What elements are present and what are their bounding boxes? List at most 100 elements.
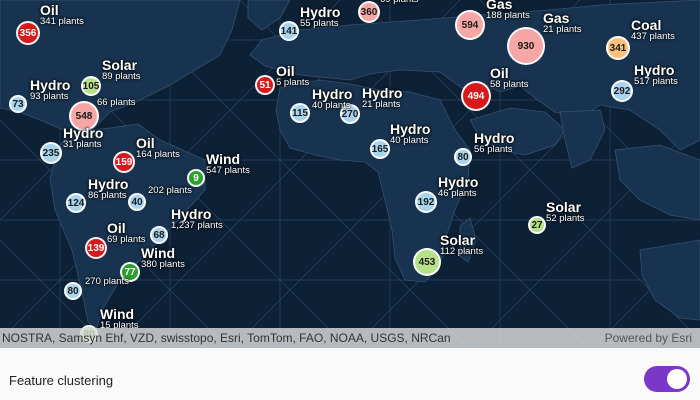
cluster-label-title: Hydro xyxy=(362,85,403,101)
cluster-label-title: Oil xyxy=(276,63,295,79)
oil-cluster-marker[interactable]: 139 xyxy=(85,237,107,259)
gas-cluster-marker[interactable]: 594 xyxy=(455,10,485,40)
cluster-label: Hydro 40 plants xyxy=(312,87,352,111)
cluster-label-title: Wind xyxy=(100,306,135,322)
cluster-label-title: Hydro xyxy=(171,206,212,222)
cluster-label-count: 40 plants xyxy=(312,100,351,111)
coal-cluster-marker[interactable]: 341 xyxy=(606,36,630,60)
cluster-label: Hydro 55 plants xyxy=(300,5,340,29)
cluster-label-title: Hydro xyxy=(63,125,104,141)
cluster-label-count: 202 plants xyxy=(148,185,192,196)
cluster-label-title: Solar xyxy=(102,57,138,73)
cluster-label: Hydro 46 plants xyxy=(438,175,478,199)
cluster-label-count: 66 plants xyxy=(97,97,136,108)
cluster-label: Oil 5 plants xyxy=(276,64,309,88)
cluster-label: Gas 188 plants xyxy=(486,0,530,21)
hydro-cluster-marker[interactable]: 115 xyxy=(290,103,310,123)
cluster-label-title: Wind xyxy=(206,151,241,167)
powered-by-esri[interactable]: Powered by Esri xyxy=(605,331,692,345)
cluster-label-title: Oil xyxy=(40,2,59,18)
cluster-label-title: Gas xyxy=(543,10,570,26)
hydro-cluster-marker[interactable]: 40 xyxy=(128,193,146,211)
cluster-label-title: Solar xyxy=(440,232,476,248)
cluster-label-title: Hydro xyxy=(438,174,479,190)
cluster-label: Hydro 31 plants xyxy=(63,126,103,150)
cluster-label: Oil 69 plants xyxy=(107,221,146,245)
cluster-label-title: Oil xyxy=(107,220,126,236)
cluster-label-title: Hydro xyxy=(30,77,71,93)
cluster-label-count: 21 plants xyxy=(543,24,582,35)
cluster-label-title: Solar xyxy=(546,199,582,215)
cluster-label: Hydro 21 plants xyxy=(362,86,402,110)
cluster-label-title: Hydro xyxy=(312,86,353,102)
cluster-label-count: 270 plants xyxy=(85,276,129,287)
cluster-label: 69 plants xyxy=(380,0,419,5)
oil-cluster-marker[interactable]: 51 xyxy=(255,75,275,95)
cluster-label: Gas 21 plants xyxy=(543,11,582,35)
hydro-cluster-marker[interactable]: 235 xyxy=(40,142,62,164)
cluster-label: Hydro 1,237 plants xyxy=(171,207,223,231)
cluster-label-count: 547 plants xyxy=(206,165,250,176)
cluster-label-count: 1,237 plants xyxy=(171,220,223,231)
cluster-label: Hydro 517 plants xyxy=(634,63,678,87)
cluster-label-count: 55 plants xyxy=(300,18,339,29)
solar-cluster-marker[interactable]: 453 xyxy=(413,248,441,276)
hydro-cluster-marker[interactable]: 292 xyxy=(611,80,633,102)
cluster-label-title: Hydro xyxy=(300,4,341,20)
cluster-label-count: 40 plants xyxy=(390,135,429,146)
feature-clustering-switch[interactable] xyxy=(644,366,690,392)
cluster-label-count: 52 plants xyxy=(546,213,585,224)
hydro-cluster-marker[interactable]: 73 xyxy=(9,95,27,113)
gas-cluster-marker[interactable]: 930 xyxy=(507,27,545,65)
solar-cluster-marker[interactable]: 105 xyxy=(81,76,101,96)
hydro-cluster-marker[interactable]: 68 xyxy=(150,226,168,244)
cluster-label: Wind 15 plants xyxy=(100,307,139,331)
cluster-label: Solar 89 plants xyxy=(102,58,141,82)
oil-cluster-marker[interactable]: 159 xyxy=(113,151,135,173)
cluster-label: Hydro 56 plants xyxy=(474,131,514,155)
cluster-label: Coal 437 plants xyxy=(631,18,675,42)
basemap xyxy=(0,0,700,348)
cluster-label: Wind 380 plants xyxy=(141,246,185,270)
hydro-cluster-marker[interactable]: 192 xyxy=(415,191,437,213)
cluster-label-count: 437 plants xyxy=(631,31,675,42)
feature-clustering-label: Feature clustering xyxy=(9,373,114,388)
cluster-label-title: Oil xyxy=(490,65,509,81)
cluster-label-count: 93 plants xyxy=(30,91,69,102)
cluster-label-count: 341 plants xyxy=(40,16,84,27)
cluster-label: 202 plants xyxy=(148,186,192,196)
cluster-label-count: 46 plants xyxy=(438,188,477,199)
cluster-label-title: Coal xyxy=(631,17,662,33)
cluster-label-title: Oil xyxy=(136,135,155,151)
cluster-label-count: 31 plants xyxy=(63,139,102,150)
cluster-label-count: 188 plants xyxy=(486,10,530,21)
hydro-cluster-marker[interactable]: 165 xyxy=(370,139,390,159)
cluster-label-count: 5 plants xyxy=(276,77,310,88)
cluster-label-title: Wind xyxy=(141,245,176,261)
cluster-label: Solar 52 plants xyxy=(546,200,585,224)
oil-cluster-marker[interactable]: 356 xyxy=(16,21,40,45)
cluster-label-count: 380 plants xyxy=(141,259,185,270)
cluster-label: Oil 341 plants xyxy=(40,3,84,27)
cluster-label: Oil 58 plants xyxy=(490,66,529,90)
cluster-label-count: 69 plants xyxy=(380,0,419,5)
hydro-cluster-marker[interactable]: 141 xyxy=(279,21,299,41)
cluster-label-count: 517 plants xyxy=(634,76,678,87)
hydro-cluster-marker[interactable]: 80 xyxy=(64,282,82,300)
cluster-label-count: 21 plants xyxy=(362,99,401,110)
map-view[interactable]: 356 141 360 594 930 341 105 73 548 51 115 270 494 292… xyxy=(0,0,700,348)
cluster-label-count: 56 plants xyxy=(474,144,513,155)
solar-cluster-marker[interactable]: 27 xyxy=(528,216,546,234)
cluster-label-count: 58 plants xyxy=(490,79,529,90)
hydro-cluster-marker[interactable]: 124 xyxy=(66,193,86,213)
attribution-bar: NOSTRA, Samsyn Ehf, VZD, swisstopo, Esri… xyxy=(0,328,700,348)
hydro-cluster-marker[interactable]: 80 xyxy=(454,148,472,166)
cluster-label-count: 112 plants xyxy=(440,246,484,257)
switch-knob xyxy=(667,369,687,389)
cluster-label-count: 164 plants xyxy=(136,149,180,160)
cluster-label: Solar 112 plants xyxy=(440,233,483,257)
cluster-label: Wind 547 plants xyxy=(206,152,250,176)
cluster-label-title: Hydro xyxy=(474,130,515,146)
gas-cluster-marker[interactable]: 360 xyxy=(358,1,380,23)
oil-cluster-marker[interactable]: 494 xyxy=(461,81,491,111)
